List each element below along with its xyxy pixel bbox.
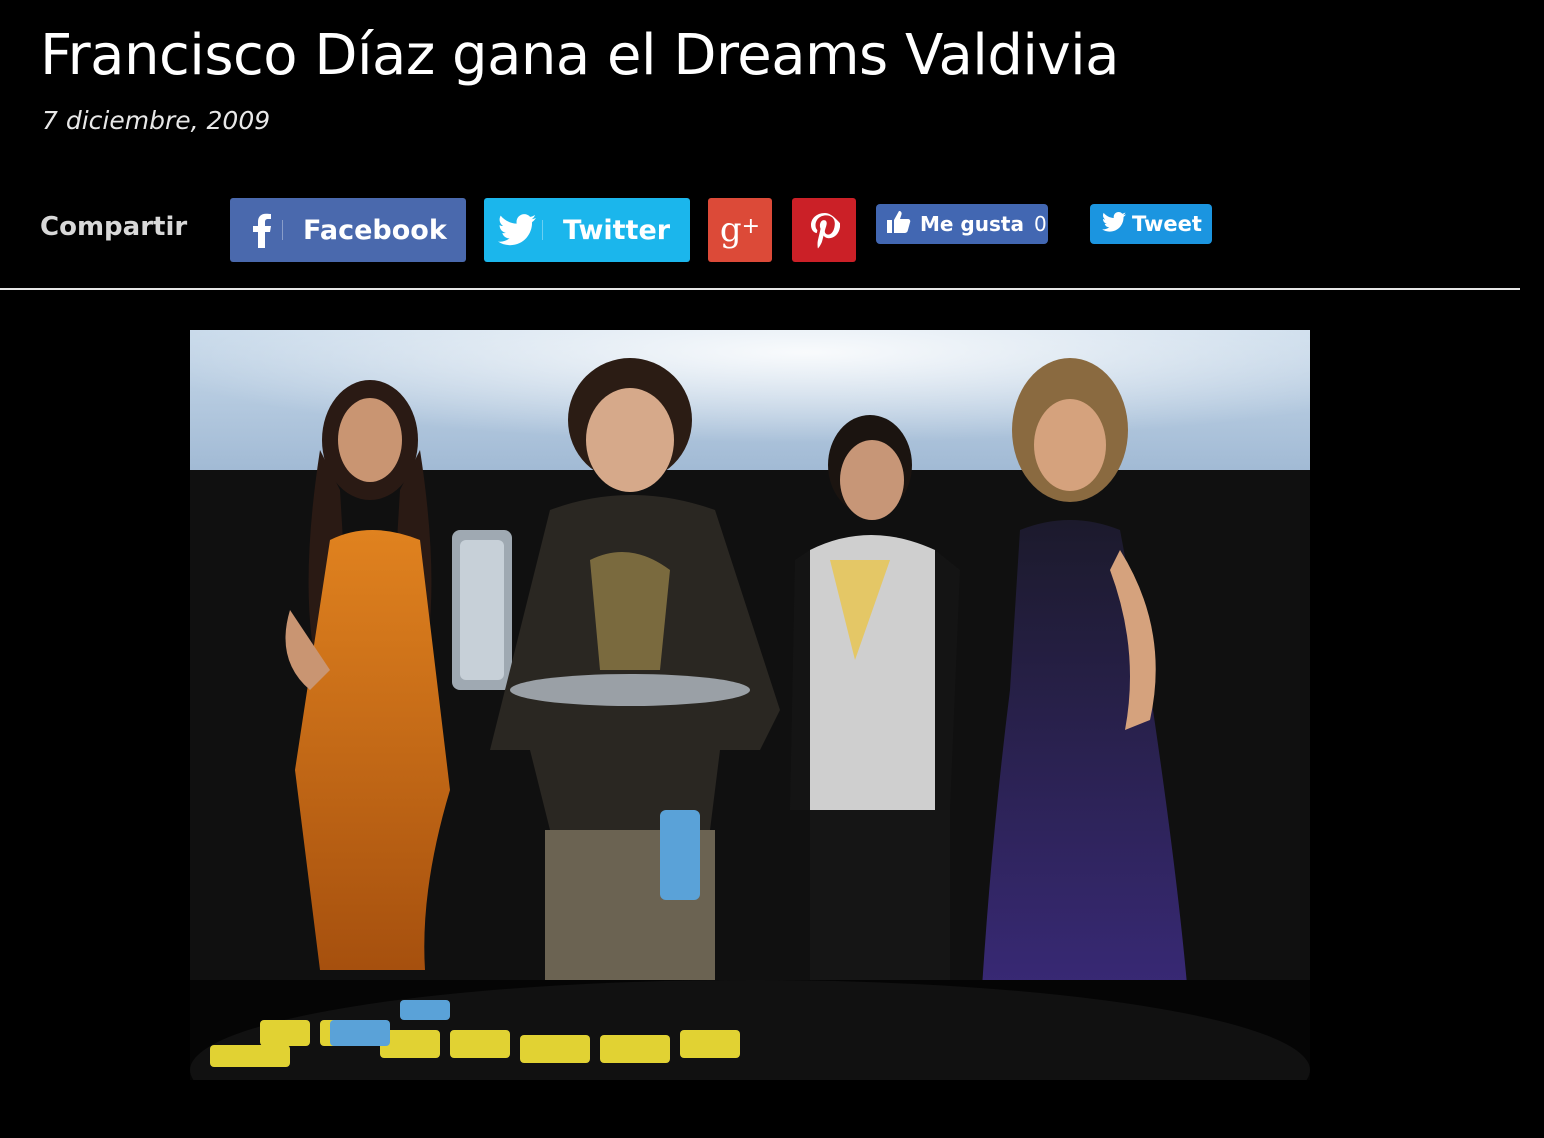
divider: [0, 288, 1520, 290]
separator: [282, 220, 283, 240]
award-ceremony-photo: [190, 330, 1310, 1080]
twitter-icon: [498, 214, 536, 246]
article-body-preview: [0, 1116, 1544, 1138]
like-label: Me gusta: [920, 212, 1024, 236]
thumbs-up-icon: [886, 210, 912, 238]
google-plus-icon: g+: [719, 210, 761, 250]
share-label: Compartir: [40, 212, 188, 242]
twitter-share-label: Twitter: [563, 214, 671, 246]
twitter-share-button[interactable]: Twitter: [484, 198, 690, 262]
google-plus-share-button[interactable]: g+: [708, 198, 772, 262]
like-count: 0: [1033, 212, 1047, 236]
facebook-like-button[interactable]: Me gusta 0: [876, 204, 1048, 244]
article-photo: [190, 330, 1310, 1080]
pinterest-icon: [808, 211, 840, 249]
facebook-share-button[interactable]: Facebook: [230, 198, 466, 262]
article-date: 7 diciembre, 2009: [42, 106, 271, 135]
facebook-icon: [248, 212, 276, 248]
twitter-icon: [1102, 212, 1126, 236]
facebook-share-label: Facebook: [303, 214, 447, 246]
pinterest-share-button[interactable]: [792, 198, 856, 262]
tweet-button[interactable]: Tweet: [1090, 204, 1212, 244]
separator: [542, 220, 543, 240]
tweet-label: Tweet: [1132, 212, 1202, 236]
article-title: Francisco Díaz gana el Dreams Valdivia: [40, 23, 1120, 88]
